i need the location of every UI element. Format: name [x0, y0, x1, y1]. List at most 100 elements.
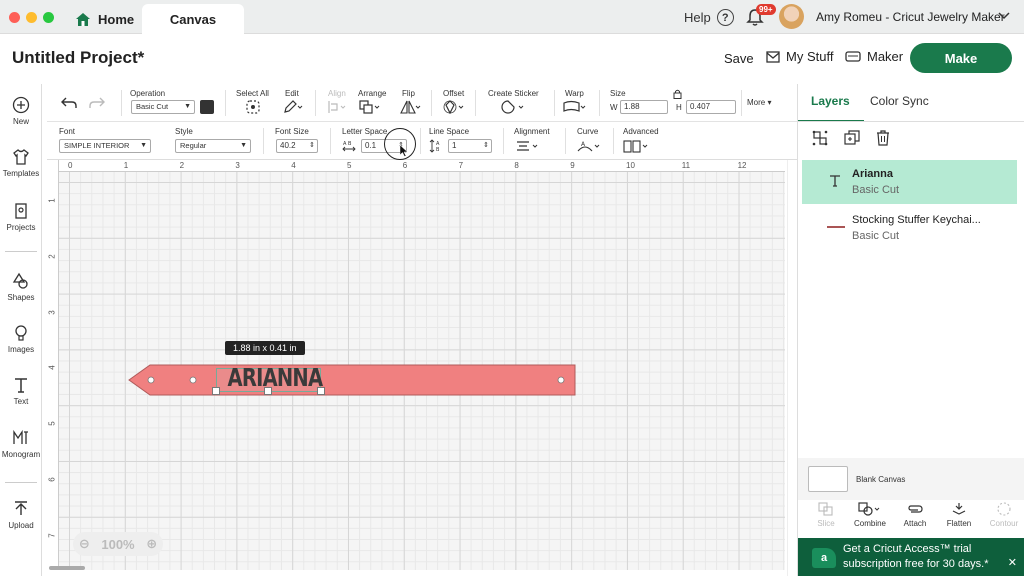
minimize-window-icon[interactable] [26, 12, 37, 23]
select-all-icon[interactable] [246, 100, 260, 114]
close-window-icon[interactable] [9, 12, 20, 23]
ruler-tick-label: 3 [47, 309, 57, 315]
ruler-tick-label: 1 [47, 198, 57, 203]
undo-icon[interactable] [61, 97, 77, 109]
pencil-icon[interactable] [283, 100, 303, 114]
group-icon[interactable] [812, 130, 828, 146]
delete-icon[interactable] [875, 130, 891, 146]
font-size-input[interactable]: 40.2 ⇕ [276, 139, 318, 153]
tab-color-sync[interactable]: Color Sync [870, 94, 929, 108]
close-icon[interactable]: ✕ [1008, 556, 1017, 571]
blank-canvas-swatch[interactable] [808, 466, 848, 492]
svg-text:A B: A B [343, 141, 352, 147]
sidebar-item-monogram[interactable]: Monogram [0, 429, 42, 459]
offset-label: Offset [443, 89, 465, 98]
save-button[interactable]: Save [724, 51, 754, 66]
sidebar-item-projects[interactable]: Projects [0, 202, 42, 232]
sidebar-item-label: Templates [2, 169, 40, 178]
tab-canvas[interactable]: Canvas [142, 4, 244, 34]
line-space-label: Line Space [429, 127, 470, 136]
text-toolbar: Font SIMPLE INTERIOR ▼ Style Regular ▼ Fon… [47, 122, 797, 160]
design-canvas[interactable]: 0 1 2 3 4 5 6 7 8 9 10 11 12 1234567 ARIANNA 1.88 in… [47, 160, 785, 570]
stepper-icon[interactable]: ⇕ [309, 140, 315, 152]
warp-icon[interactable] [563, 100, 587, 114]
make-button[interactable]: Make [910, 43, 1012, 73]
operation-select[interactable]: Basic Cut ▼ [131, 100, 195, 114]
shape-layer-swatch [827, 226, 845, 228]
curve-label: Curve [577, 127, 599, 136]
ruler-tick-label: 2 [179, 161, 185, 170]
ruler-tick-label: 0 [68, 161, 73, 170]
tab-layers[interactable]: Layers [811, 94, 850, 108]
align-center-icon[interactable] [516, 140, 540, 152]
line-space-input[interactable]: 1 ⇕ [448, 139, 492, 153]
slice-button[interactable]: Slice [806, 502, 846, 528]
curve-icon[interactable]: A [577, 139, 603, 153]
maximize-window-icon[interactable] [43, 12, 54, 23]
arrange-icon[interactable] [359, 100, 381, 114]
duplicate-icon[interactable] [844, 130, 860, 146]
flip-icon[interactable] [400, 100, 422, 114]
style-select[interactable]: Regular ▼ [175, 139, 251, 153]
title-bar: Home Canvas Help ? 99+ Amy Romeu - Cricu… [0, 0, 1024, 34]
resize-handle[interactable] [212, 387, 220, 395]
ruler-tick-label: 3 [235, 161, 240, 170]
sidebar-item-shapes[interactable]: Shapes [0, 272, 42, 302]
font-label: Font [59, 127, 76, 136]
zoom-in-icon[interactable]: ⊕ [146, 536, 157, 552]
height-input[interactable]: 0.407 [686, 100, 736, 114]
combine-button[interactable]: Combine [850, 502, 890, 528]
sidebar-item-images[interactable]: Images [0, 324, 42, 354]
operation-color-swatch[interactable] [200, 100, 214, 114]
flatten-button[interactable]: Flatten [939, 502, 979, 528]
help-button[interactable]: Help ? [684, 9, 734, 26]
redo-icon[interactable] [89, 97, 105, 109]
sidebar-item-label: Text [13, 397, 29, 406]
panel-divider [798, 121, 1024, 122]
notification-badge: 99+ [756, 4, 776, 15]
layer-row-arianna[interactable]: Arianna Basic Cut [802, 160, 1017, 204]
sidebar-item-templates[interactable]: Templates [0, 148, 42, 178]
toolbar-divider [503, 128, 504, 154]
keychain-shape[interactable] [127, 364, 579, 398]
ruler-tick-label: 2 [47, 254, 57, 259]
horizontal-scrollbar[interactable] [49, 566, 85, 570]
contour-button[interactable]: Contour [984, 502, 1024, 528]
font-select[interactable]: SIMPLE INTERIOR ▼ [59, 139, 151, 153]
zoom-level: 100% [101, 536, 135, 552]
contour-icon [997, 502, 1011, 516]
tab-home[interactable]: Home [66, 4, 142, 34]
project-title[interactable]: Untitled Project* [12, 48, 144, 68]
attach-button[interactable]: Attach [895, 502, 935, 528]
lock-icon[interactable] [673, 89, 682, 99]
sticker-icon[interactable] [501, 100, 525, 114]
my-stuff-button[interactable]: My Stuff [766, 49, 833, 64]
style-label: Style [175, 127, 193, 136]
width-input[interactable]: 1.88 [620, 100, 668, 114]
sidebar-item-label: Upload [8, 521, 34, 530]
resize-handle[interactable] [264, 387, 272, 395]
sidebar-item-upload[interactable]: Upload [0, 500, 42, 530]
vertical-scrollbar[interactable] [787, 160, 797, 576]
user-name[interactable]: Amy Romeu - Cricut Jewelry Maker [816, 10, 1005, 24]
stepper-icon[interactable]: ⇕ [483, 140, 489, 152]
maker-label: Maker [867, 49, 904, 64]
sidebar-item-text[interactable]: Text [0, 376, 42, 406]
align-icon[interactable] [327, 100, 347, 114]
chevron-down-icon[interactable] [998, 10, 1010, 22]
style-value: Regular [180, 141, 207, 150]
alignment-label: Alignment [514, 127, 550, 136]
offset-icon[interactable] [443, 100, 465, 114]
cricut-access-banner[interactable]: a Get a Cricut Access™ trial subscriptio… [798, 538, 1024, 576]
zoom-out-icon[interactable]: ⊖ [79, 536, 90, 552]
maker-button[interactable]: Maker [845, 49, 903, 64]
sidebar-item-new[interactable]: New [0, 96, 42, 126]
layer-row-keychain[interactable]: Stocking Stuffer Keychai... Basic Cut [802, 206, 1017, 250]
more-button[interactable]: More ▾ [747, 98, 771, 107]
resize-handle[interactable] [317, 387, 325, 395]
avatar[interactable] [779, 4, 804, 29]
toolbar-divider [741, 90, 742, 116]
select-all-label: Select All [236, 89, 269, 98]
blank-canvas-row[interactable]: Blank Canvas [798, 458, 1024, 500]
advanced-icon[interactable] [623, 140, 649, 153]
